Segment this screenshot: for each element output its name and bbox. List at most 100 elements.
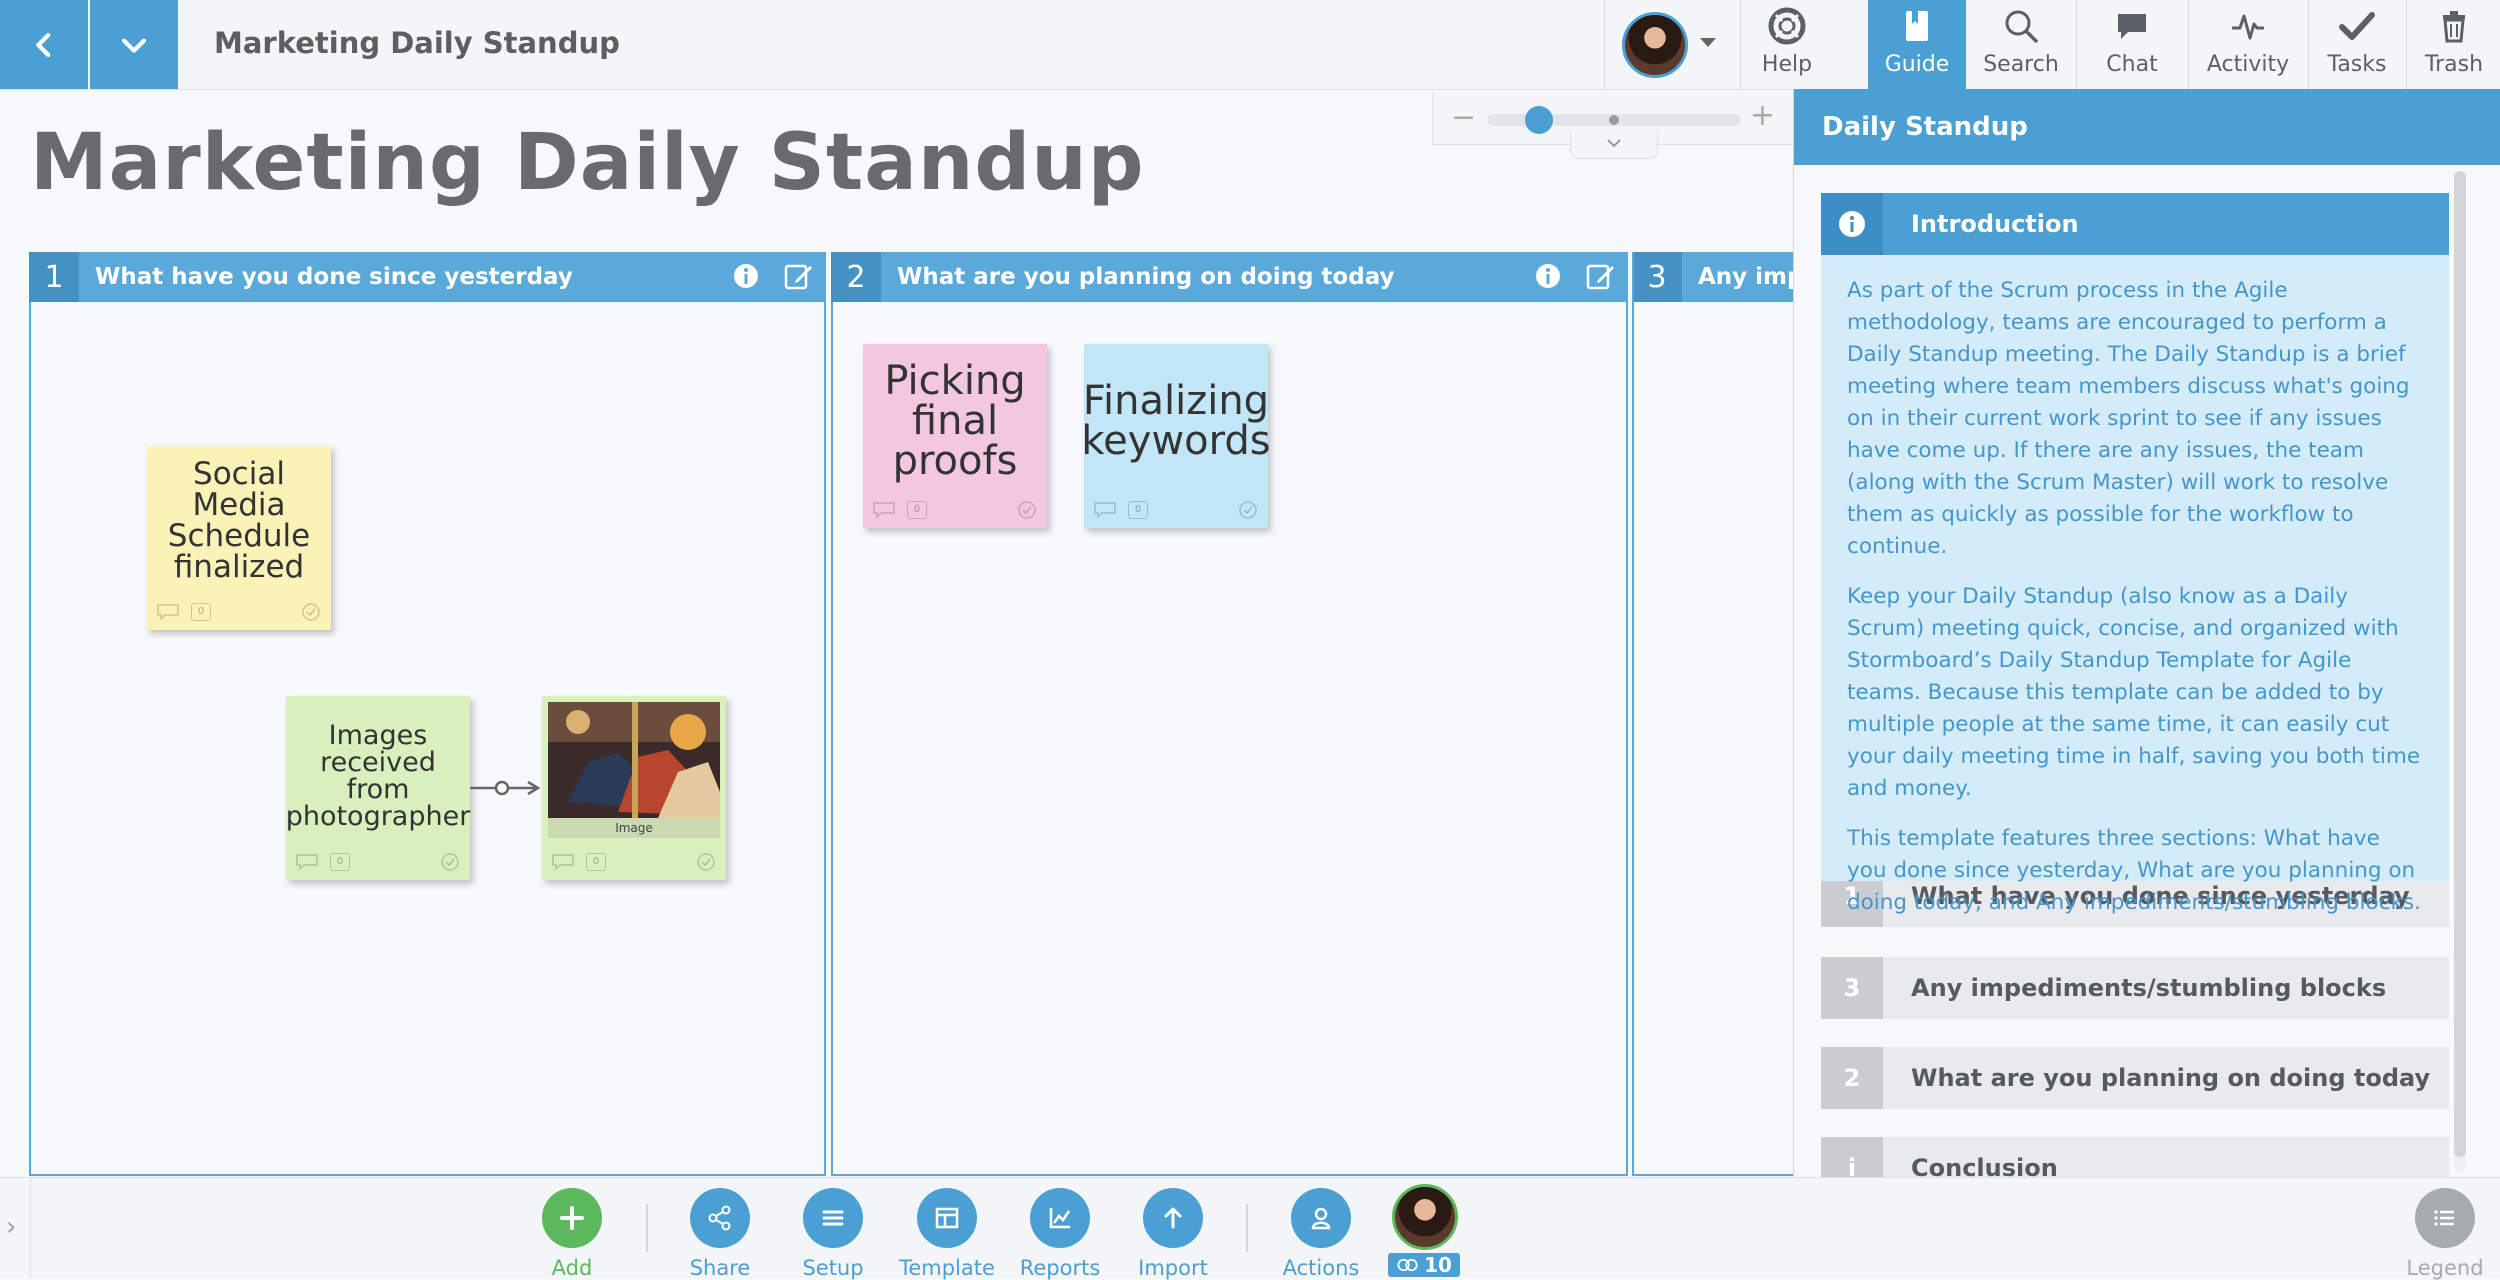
comment-icon[interactable] xyxy=(157,604,179,620)
page-title: Marketing Daily Standup xyxy=(30,118,1145,208)
trash-label: Trash xyxy=(2424,52,2484,77)
trash-button[interactable]: Trash xyxy=(2408,0,2500,89)
chevron-down-icon xyxy=(121,38,147,53)
comment-icon[interactable] xyxy=(1094,502,1116,518)
guide-scrollbar[interactable] xyxy=(2454,171,2466,1171)
comment-icon[interactable] xyxy=(552,854,574,870)
section-3[interactable]: 3 Any impediments/stumbling blocks xyxy=(1632,252,1802,1176)
upload-arrow-icon xyxy=(1164,1207,1182,1229)
caret-down-icon[interactable] xyxy=(1700,38,1716,47)
note-text: Picking final proofs xyxy=(884,358,1026,484)
active-user-avatar[interactable] xyxy=(1392,1184,1458,1250)
share-icon xyxy=(708,1205,731,1231)
help-button[interactable]: Help xyxy=(1742,0,1832,89)
tasks-button[interactable]: Tasks xyxy=(2310,0,2404,89)
search-button[interactable]: Search xyxy=(1968,0,2074,89)
guide-item-section-3[interactable]: 3 Any impediments/stumbling blocks xyxy=(1821,957,2449,1019)
guide-item-number: 3 xyxy=(1821,957,1883,1019)
activity-button[interactable]: Activity xyxy=(2190,0,2306,89)
chevron-left-icon xyxy=(36,32,51,57)
comment-count: 0 xyxy=(907,501,927,519)
reports-icon xyxy=(1049,1208,1071,1229)
add-button[interactable]: Add xyxy=(527,1188,617,1280)
zoom-out-button[interactable]: − xyxy=(1451,100,1476,135)
zoom-slider-handle[interactable] xyxy=(1525,106,1553,134)
info-icon[interactable] xyxy=(730,260,762,292)
user-icon xyxy=(1311,1207,1331,1230)
check-circle-icon[interactable] xyxy=(301,602,321,622)
edit-icon[interactable] xyxy=(782,260,814,292)
intro-paragraph: Keep your Daily Standup (also know as a … xyxy=(1847,584,2421,801)
comment-icon[interactable] xyxy=(873,502,895,518)
sticky-note[interactable]: Social Media Schedule finalized 0 xyxy=(147,446,331,630)
section-3-header: 3 Any impediments/stumbling blocks xyxy=(1634,252,1800,302)
online-users-badge[interactable]: 10 xyxy=(1388,1253,1460,1277)
guide-button[interactable]: Guide xyxy=(1868,0,1966,89)
guide-item-conclusion[interactable]: i Conclusion xyxy=(1821,1137,2449,1177)
chat-button[interactable]: Chat xyxy=(2078,0,2186,89)
guide-label: Guide xyxy=(1884,52,1950,77)
image-caption: Image xyxy=(548,818,720,838)
board-menu-button[interactable] xyxy=(90,0,178,89)
chat-icon xyxy=(2118,14,2146,39)
share-button[interactable]: Share xyxy=(675,1188,765,1280)
check-circle-icon[interactable] xyxy=(696,852,716,872)
bottom-toolbar: › Add Share Setup Template Reports Impor… xyxy=(0,1177,2500,1280)
help-icon xyxy=(1768,7,1806,45)
trash-icon xyxy=(2443,11,2465,43)
chevron-down-icon xyxy=(1607,139,1621,148)
guide-item-label: Any impediments/stumbling blocks xyxy=(1911,974,2387,1002)
info-icon[interactable] xyxy=(1532,260,1564,292)
guide-panel: Daily Standup 1 What have you done since… xyxy=(1793,89,2500,1177)
edit-icon[interactable] xyxy=(1584,260,1616,292)
zoom-in-button[interactable]: + xyxy=(1750,98,1775,133)
note-text: Social Media Schedule finalized xyxy=(167,456,311,585)
reports-button[interactable]: Reports xyxy=(1015,1188,1105,1280)
template-button[interactable]: Template xyxy=(899,1188,995,1280)
sticky-note[interactable]: Images received from photographer 0 xyxy=(286,696,470,880)
search-icon xyxy=(2005,10,2038,43)
setup-button[interactable]: Setup xyxy=(788,1188,878,1280)
user-avatar[interactable] xyxy=(1622,12,1688,78)
comment-icon[interactable] xyxy=(296,854,318,870)
comment-count: 0 xyxy=(330,853,350,871)
section-number: 2 xyxy=(831,252,881,302)
activity-icon xyxy=(2232,14,2264,40)
actions-label: Actions xyxy=(1282,1256,1360,1280)
plus-icon xyxy=(560,1206,584,1230)
guide-item-introduction[interactable]: Introduction xyxy=(1821,193,2449,255)
comment-count: 0 xyxy=(191,603,211,621)
scrollbar-thumb[interactable] xyxy=(2454,171,2466,1157)
actions-button[interactable]: Actions xyxy=(1276,1188,1366,1280)
zoom-collapse-tab[interactable] xyxy=(1570,130,1658,159)
sticky-note[interactable]: Finalizing keywords 0 xyxy=(1081,344,1271,528)
back-button[interactable] xyxy=(0,0,88,89)
guide-item-section-2[interactable]: 2 What are you planning on doing today xyxy=(1821,1047,2449,1109)
guide-title: Daily Standup xyxy=(1794,89,2500,165)
import-button[interactable]: Import xyxy=(1128,1188,1218,1280)
note-text: Images received from photographer xyxy=(285,720,471,832)
section-title: What have you done since yesterday xyxy=(95,264,573,290)
guide-item-number: 2 xyxy=(1821,1047,1883,1109)
setup-icon xyxy=(822,1210,844,1226)
check-circle-icon[interactable] xyxy=(1017,500,1037,520)
section-number: 3 xyxy=(1634,252,1682,302)
template-label: Template xyxy=(899,1256,995,1280)
sticky-note[interactable]: Picking final proofs 0 xyxy=(863,344,1047,528)
legend-button[interactable]: Legend xyxy=(2400,1188,2490,1280)
connector-line[interactable] xyxy=(470,776,542,800)
check-circle-icon[interactable] xyxy=(440,852,460,872)
checkmark-icon xyxy=(2339,12,2375,40)
info-icon xyxy=(1839,211,1865,237)
section-2-header: 2 What are you planning on doing today xyxy=(831,252,1628,302)
expand-arrow-icon[interactable]: › xyxy=(6,1212,16,1242)
activity-label: Activity xyxy=(2206,52,2290,77)
guide-item-number: i xyxy=(1821,1137,1883,1177)
check-circle-icon[interactable] xyxy=(1238,500,1258,520)
users-icon xyxy=(1397,1258,1418,1272)
list-icon xyxy=(2434,1210,2454,1226)
comment-count: 0 xyxy=(1128,501,1148,519)
image-note[interactable]: Image 0 xyxy=(542,696,726,880)
reports-label: Reports xyxy=(1019,1256,1101,1280)
board-title: Marketing Daily Standup xyxy=(214,26,620,60)
